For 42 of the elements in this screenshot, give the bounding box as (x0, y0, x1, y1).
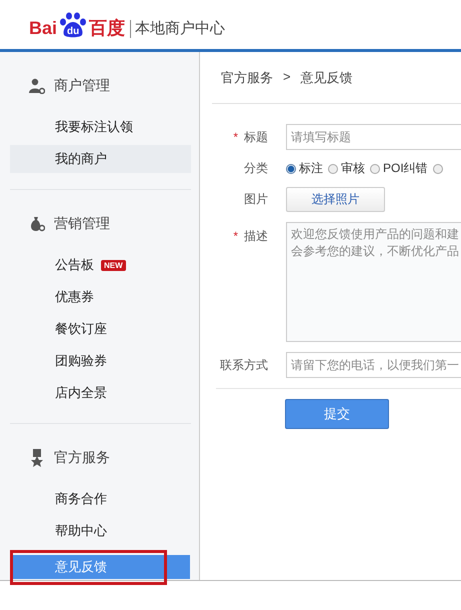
site-title: 本地商户中心 (130, 20, 226, 38)
field-label: 标题 (244, 130, 268, 144)
radio-label: 标注 (299, 160, 323, 177)
field-label: 描述 (244, 229, 268, 243)
breadcrumb-current: 意见反馈 (300, 69, 353, 87)
breadcrumb-separator: > (283, 69, 291, 86)
sidebar-item[interactable]: 优惠券 (10, 281, 94, 313)
group-title: 官方服务 (54, 449, 110, 467)
field-label: 分类 (244, 161, 268, 175)
paw-logo-icon (58, 12, 88, 38)
description-field[interactable]: 欢迎您反馈使用产品的问题和建 会参考您的建议，不断优化产品 (286, 222, 461, 342)
breadcrumb-link[interactable]: 官方服务 (221, 69, 273, 103)
radio-label: 审核 (341, 160, 365, 177)
required-mark: * (233, 229, 238, 243)
group-title: 商户管理 (54, 77, 110, 95)
required-mark: * (233, 130, 238, 144)
new-badge: NEW (101, 260, 126, 270)
logo-text: Bai (29, 18, 58, 38)
sidebar-item[interactable]: 商务合作 (10, 483, 107, 515)
sidebar-item[interactable]: 店内全景 (10, 377, 107, 409)
field-label: 图片 (244, 192, 268, 206)
radio-button[interactable] (286, 164, 296, 174)
radio-button[interactable] (328, 164, 338, 174)
radio-button[interactable] (432, 164, 443, 174)
money-bag-icon (29, 216, 45, 232)
field-label: 联系方式 (220, 358, 268, 372)
user-gear-icon (29, 78, 45, 94)
radio-button[interactable] (370, 164, 380, 174)
radio-label: POI纠错 (383, 160, 428, 177)
logo-text: du (67, 26, 80, 36)
sidebar-item[interactable]: 餐饮订座 (10, 313, 107, 345)
sidebar-item[interactable]: 团购验券 (10, 345, 107, 377)
group-title: 营销管理 (54, 215, 110, 233)
contact-field[interactable]: 请留下您的电话，以便我们第一 (286, 352, 461, 378)
sidebar-item[interactable]: 帮助中心 (10, 515, 107, 547)
title-field[interactable]: 请填写标题 (286, 124, 461, 150)
sidebar-item[interactable]: 我的商户 (10, 145, 191, 173)
medal-icon (29, 449, 45, 467)
logo-text: 百度 (89, 18, 126, 38)
sidebar-item[interactable]: 我要标注认领 (10, 111, 133, 143)
sidebar-item[interactable]: 公告板 (10, 249, 94, 281)
choose-photo-button[interactable]: 选择照片 (286, 187, 385, 212)
